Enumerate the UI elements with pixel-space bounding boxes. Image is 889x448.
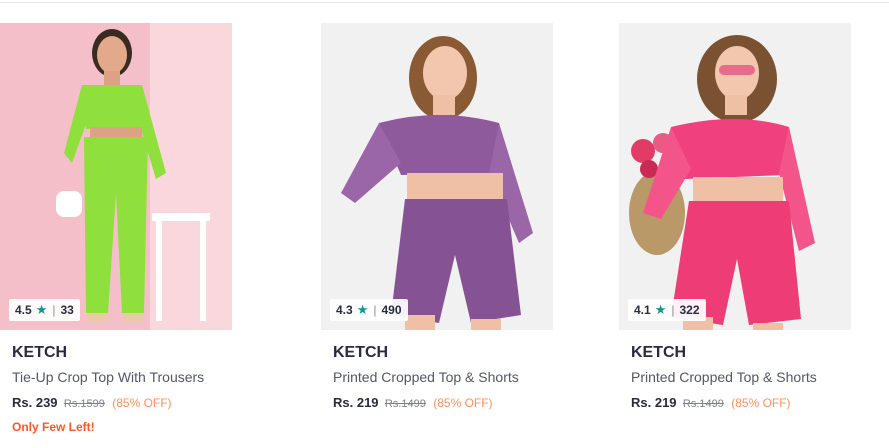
- stock-alert: Only Few Left!: [12, 420, 95, 434]
- product-photo: [619, 23, 851, 330]
- rating-badge: 4.1 ★ | 322: [628, 299, 706, 321]
- product-brand: KETCH: [631, 344, 687, 361]
- top-divider: [0, 2, 889, 3]
- rating-value: 4.5: [15, 303, 32, 317]
- product-card[interactable]: 4.1 ★ | 322 KETCH Printed Cropped Top & …: [619, 23, 851, 443]
- selling-price: Rs. 239: [12, 395, 58, 410]
- product-info[interactable]: KETCH Printed Cropped Top & Shorts Rs. 2…: [321, 330, 553, 412]
- original-price: Rs.1599: [63, 398, 105, 410]
- product-image[interactable]: 4.1 ★ | 322: [619, 23, 851, 330]
- product-card[interactable]: 4.5 ★ | 33 KETCH Tie-Up Crop Top With Tr…: [0, 23, 232, 443]
- product-name: Printed Cropped Top & Shorts: [631, 369, 817, 385]
- star-icon: ★: [35, 302, 48, 317]
- price-row: Rs. 219 Rs.1499 (85% OFF): [631, 395, 851, 412]
- rating-separator: |: [373, 303, 377, 317]
- product-brand: KETCH: [12, 344, 68, 361]
- product-info[interactable]: KETCH Printed Cropped Top & Shorts Rs. 2…: [619, 330, 851, 412]
- rating-count: 33: [60, 303, 74, 317]
- product-brand: KETCH: [333, 344, 389, 361]
- discount-label: (85% OFF): [433, 396, 493, 410]
- rating-separator: |: [52, 303, 56, 317]
- price-row: Rs. 219 Rs.1499 (85% OFF): [333, 395, 553, 412]
- selling-price: Rs. 219: [333, 395, 379, 410]
- product-photo: [0, 23, 232, 330]
- rating-badge: 4.3 ★ | 490: [330, 299, 408, 321]
- product-card[interactable]: 4.3 ★ | 490 KETCH Printed Cropped Top & …: [321, 23, 553, 443]
- discount-label: (85% OFF): [112, 396, 172, 410]
- product-name: Tie-Up Crop Top With Trousers: [12, 369, 205, 385]
- original-price: Rs.1499: [384, 398, 426, 410]
- rating-separator: |: [671, 303, 675, 317]
- product-name: Printed Cropped Top & Shorts: [333, 369, 519, 385]
- rating-value: 4.3: [336, 303, 353, 317]
- product-photo: [321, 23, 553, 330]
- rating-count: 490: [381, 303, 402, 317]
- product-info[interactable]: KETCH Tie-Up Crop Top With Trousers Rs. …: [0, 330, 232, 434]
- rating-count: 322: [679, 303, 700, 317]
- price-row: Rs. 239 Rs.1599 (85% OFF): [12, 395, 232, 412]
- product-image[interactable]: 4.5 ★ | 33: [0, 23, 232, 330]
- product-image[interactable]: 4.3 ★ | 490: [321, 23, 553, 330]
- discount-label: (85% OFF): [731, 396, 791, 410]
- selling-price: Rs. 219: [631, 395, 677, 410]
- rating-badge: 4.5 ★ | 33: [9, 299, 80, 321]
- original-price: Rs.1499: [682, 398, 724, 410]
- star-icon: ★: [356, 302, 369, 317]
- rating-value: 4.1: [634, 303, 651, 317]
- star-icon: ★: [654, 302, 667, 317]
